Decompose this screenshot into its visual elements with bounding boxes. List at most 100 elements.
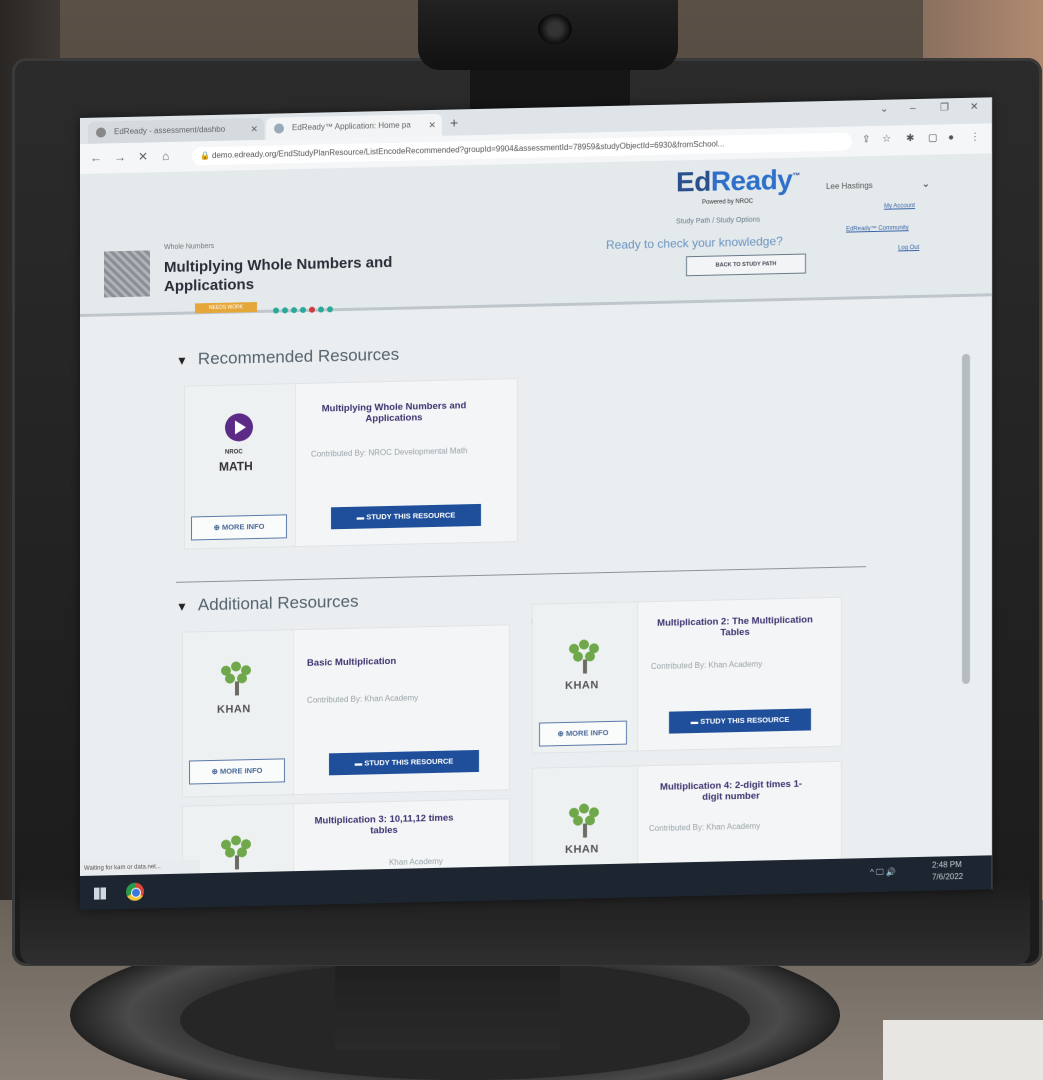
resource-title[interactable]: Multiplication 4: 2-digit times 1-digit … xyxy=(651,778,811,804)
forward-button[interactable]: → xyxy=(114,150,126,164)
study-this-resource-button[interactable]: ▬ STUDY THIS RESOURCE xyxy=(331,503,481,530)
system-tray-icons[interactable]: ^ 🖵 🔊 xyxy=(870,867,896,878)
edready-logo[interactable]: EdReady™ xyxy=(676,164,800,199)
more-info-icon: ⊕ xyxy=(211,766,220,777)
topic-thumbnail xyxy=(104,250,150,298)
khan-tree-icon xyxy=(217,835,257,872)
progress-dot xyxy=(300,306,306,314)
resource-card: KHAN Basic Multiplication Contributed By… xyxy=(182,624,510,798)
share-icon[interactable]: ⇪ xyxy=(862,134,870,145)
resource-contributor: Contributed By: Khan Academy xyxy=(649,821,761,834)
resource-contributor: Contributed By: Khan Academy xyxy=(307,693,419,705)
progress-dot xyxy=(327,306,333,313)
edready-page: EdReady™ Powered by NROC Lee Hastings ⌄ … xyxy=(80,153,992,910)
ready-prompt: Ready to check your knowledge? xyxy=(606,234,783,253)
minimize-button[interactable]: – xyxy=(910,103,916,114)
khan-tree-icon xyxy=(217,661,257,698)
book-icon: ▬ xyxy=(354,758,365,768)
progress-dots xyxy=(273,299,336,318)
profile-icon[interactable]: ● xyxy=(948,132,954,143)
more-info-label: MORE INFO xyxy=(219,765,263,776)
sidebar-icon[interactable]: ▢ xyxy=(928,133,937,144)
study-this-resource-button[interactable]: ▬ STUDY THIS RESOURCE xyxy=(329,749,479,776)
more-info-button[interactable]: ⊕ MORE INFO xyxy=(189,758,285,785)
user-name: Lee Hastings xyxy=(826,181,873,192)
back-button[interactable]: ← xyxy=(90,151,102,165)
resource-title[interactable]: Basic Multiplication xyxy=(307,656,396,669)
photo-scene: EdReady - assessment/dashbo ✕ EdReady™ A… xyxy=(0,0,1043,1080)
clock-date[interactable]: 7/6/2022 xyxy=(932,872,963,882)
extensions-icon[interactable]: ✱ xyxy=(906,133,914,144)
recommended-heading[interactable]: ▼ Recommended Resources xyxy=(176,345,399,370)
more-info-button[interactable]: ⊕ MORE INFO xyxy=(191,514,287,541)
desk-paper xyxy=(883,1020,1043,1080)
progress-dot xyxy=(291,307,297,314)
webcam-lens xyxy=(538,14,572,44)
tab-close-icon[interactable]: ✕ xyxy=(428,114,436,136)
resource-title[interactable]: Multiplication 2: The Multiplication Tab… xyxy=(655,614,815,640)
more-info-button[interactable]: ⊕ MORE INFO xyxy=(539,720,627,747)
chevron-down-icon: ⌄ xyxy=(921,178,930,190)
resource-title[interactable]: Multiplying Whole Numbers and Applicatio… xyxy=(309,400,479,426)
new-tab-button[interactable]: + xyxy=(450,114,458,130)
study-path-links[interactable]: Study Path / Study Options xyxy=(676,217,760,226)
resource-contributor: Contributed By: NROC Developmental Math xyxy=(311,446,468,459)
lock-icon: 🔒 xyxy=(200,151,210,161)
resource-title[interactable]: Multiplication 3: 10,11,12 times tables xyxy=(309,812,459,837)
nroc-math-label: MATH xyxy=(219,459,253,474)
study-label: STUDY THIS RESOURCE xyxy=(700,714,790,726)
resource-card: NROC MATH Multiplying Whole Numbers and … xyxy=(184,378,518,550)
tab-label: EdReady™ Application: Home pa xyxy=(292,120,411,133)
resource-contributor: Contributed By: Khan Academy xyxy=(651,659,763,672)
stop-button[interactable]: ✕ xyxy=(138,149,148,163)
page-scrollbar[interactable] xyxy=(962,353,970,684)
more-info-icon: ⊕ xyxy=(213,522,222,532)
breadcrumb[interactable]: Whole Numbers xyxy=(164,243,214,251)
khan-label: KHAN xyxy=(217,703,251,716)
khan-tree-icon xyxy=(565,639,605,676)
log-out-link[interactable]: Log Out xyxy=(898,245,919,251)
resource-contributor: Khan Academy xyxy=(389,856,443,867)
windows-start-icon[interactable] xyxy=(94,887,106,900)
maximize-button[interactable]: ❐ xyxy=(940,102,949,113)
book-icon: ▬ xyxy=(690,716,701,727)
chrome-icon[interactable] xyxy=(126,882,144,901)
book-icon: ▬ xyxy=(356,512,367,522)
back-to-study-path-button[interactable]: BACK TO STUDY PATH xyxy=(686,253,806,277)
resource-card: KHAN Multiplication 2: The Multiplicatio… xyxy=(532,596,842,754)
progress-dot xyxy=(318,306,324,313)
webcam xyxy=(418,0,678,70)
study-this-resource-button[interactable]: ▬ STUDY THIS RESOURCE xyxy=(669,708,811,734)
more-info-label: MORE INFO xyxy=(221,521,265,532)
study-label: STUDY THIS RESOURCE xyxy=(366,510,456,522)
menu-icon[interactable]: ⋮ xyxy=(970,132,980,143)
bookmark-star-icon[interactable]: ☆ xyxy=(882,134,891,145)
tab-close-icon[interactable]: ✕ xyxy=(250,118,258,140)
clock-time[interactable]: 2:48 PM xyxy=(932,860,962,870)
study-label: STUDY THIS RESOURCE xyxy=(364,756,454,768)
additional-heading[interactable]: ▼ Additional Resources xyxy=(176,592,359,616)
my-account-link[interactable]: My Account xyxy=(884,203,915,210)
user-menu[interactable]: Lee Hastings ⌄ xyxy=(818,173,934,200)
collapse-triangle-icon: ▼ xyxy=(176,353,188,368)
logo-subtitle: Powered by NROC xyxy=(702,198,754,206)
tab-label: EdReady - assessment/dashbo xyxy=(114,124,226,137)
favicon-icon xyxy=(96,127,106,138)
section-title: Additional Resources xyxy=(197,591,359,615)
home-button[interactable]: ⌂ xyxy=(162,149,169,163)
nroc-label: NROC xyxy=(225,449,243,456)
khan-label: KHAN xyxy=(565,679,599,692)
logo-ed: Ed xyxy=(676,165,711,198)
khan-tree-icon xyxy=(565,803,605,840)
section-divider xyxy=(176,566,866,583)
logo-tm: ™ xyxy=(792,171,800,181)
loading-icon xyxy=(274,123,284,134)
section-title: Recommended Resources xyxy=(197,344,400,369)
progress-dot xyxy=(282,307,288,314)
community-link[interactable]: EdReady™ Community xyxy=(846,225,909,232)
more-info-label: MORE INFO xyxy=(565,728,609,738)
tab-search-icon[interactable]: ⌄ xyxy=(880,104,888,115)
close-window-button[interactable]: ✕ xyxy=(970,102,978,113)
status-badge: NEEDS WORK xyxy=(195,301,257,314)
collapse-triangle-icon: ▼ xyxy=(176,599,188,614)
